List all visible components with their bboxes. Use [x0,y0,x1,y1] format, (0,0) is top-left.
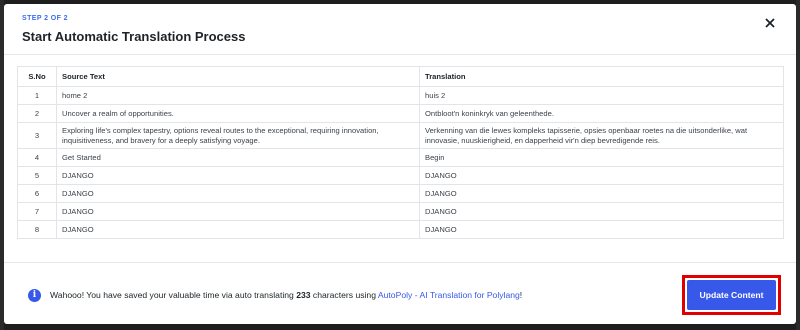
backdrop-right [796,0,800,330]
table-row: 3 Exploring life's complex tapestry, opt… [17,122,784,149]
column-header-source: Source Text [56,66,420,87]
row-source-text: Get Started [56,148,420,167]
table-row: 5 DJANGO DJANGO [17,166,784,185]
translation-table: S.No Source Text Translation 1 home 2 hu… [17,66,784,239]
column-header-translation: Translation [419,66,784,87]
row-sno: 8 [17,220,57,239]
row-source-text: DJANGO [56,184,420,203]
autopoly-plugin-link[interactable]: AutoPoly - AI Translation for Polylang [378,290,520,300]
message-middle: characters using [310,290,378,300]
row-source-text: Uncover a realm of opportunities. [56,104,420,123]
table-row: 7 DJANGO DJANGO [17,202,784,221]
row-translation: DJANGO [419,184,784,203]
table-header-row: S.No Source Text Translation [17,66,784,87]
table-row: 4 Get Started Begin [17,148,784,167]
table-row: 1 home 2 huis 2 [17,86,784,105]
message-suffix: ! [519,290,523,300]
translation-table-container: S.No Source Text Translation 1 home 2 hu… [17,66,784,239]
modal-title: Start Automatic Translation Process [22,29,246,44]
row-translation: DJANGO [419,166,784,185]
step-indicator: STEP 2 OF 2 [22,15,68,22]
row-sno: 3 [17,122,57,149]
row-translation: huis 2 [419,86,784,105]
row-source-text: DJANGO [56,220,420,239]
table-row: 2 Uncover a realm of opportunities. Ontb… [17,104,784,123]
modal-header: STEP 2 OF 2 Start Automatic Translation … [4,4,796,55]
row-sno: 2 [17,104,57,123]
row-sno: 5 [17,166,57,185]
row-translation: Verkenning van die lewes kompleks tapiss… [419,122,784,149]
row-sno: 4 [17,148,57,167]
update-content-button[interactable]: Update Content [687,280,776,310]
row-sno: 1 [17,86,57,105]
row-source-text: DJANGO [56,202,420,221]
message-prefix: Wahooo! You have saved your valuable tim… [50,290,297,300]
table-row: 8 DJANGO DJANGO [17,220,784,239]
row-translation: DJANGO [419,202,784,221]
row-source-text: Exploring life's complex tapestry, optio… [56,122,420,149]
close-icon [765,18,775,28]
row-sno: 6 [17,184,57,203]
row-translation: DJANGO [419,220,784,239]
modal-footer: i Wahooo! You have saved your valuable t… [4,262,796,324]
table-row: 6 DJANGO DJANGO [17,184,784,203]
translation-modal: STEP 2 OF 2 Start Automatic Translation … [4,4,796,324]
savings-message: Wahooo! You have saved your valuable tim… [50,290,522,300]
row-source-text: DJANGO [56,166,420,185]
row-sno: 7 [17,202,57,221]
close-button[interactable] [760,13,780,33]
character-count: 233 [296,290,311,300]
row-translation: Begin [419,148,784,167]
row-translation: Ontbloot'n koninkryk van geleenthede. [419,104,784,123]
info-icon: i [28,289,41,302]
row-source-text: home 2 [56,86,420,105]
column-header-sno: S.No [17,66,57,87]
